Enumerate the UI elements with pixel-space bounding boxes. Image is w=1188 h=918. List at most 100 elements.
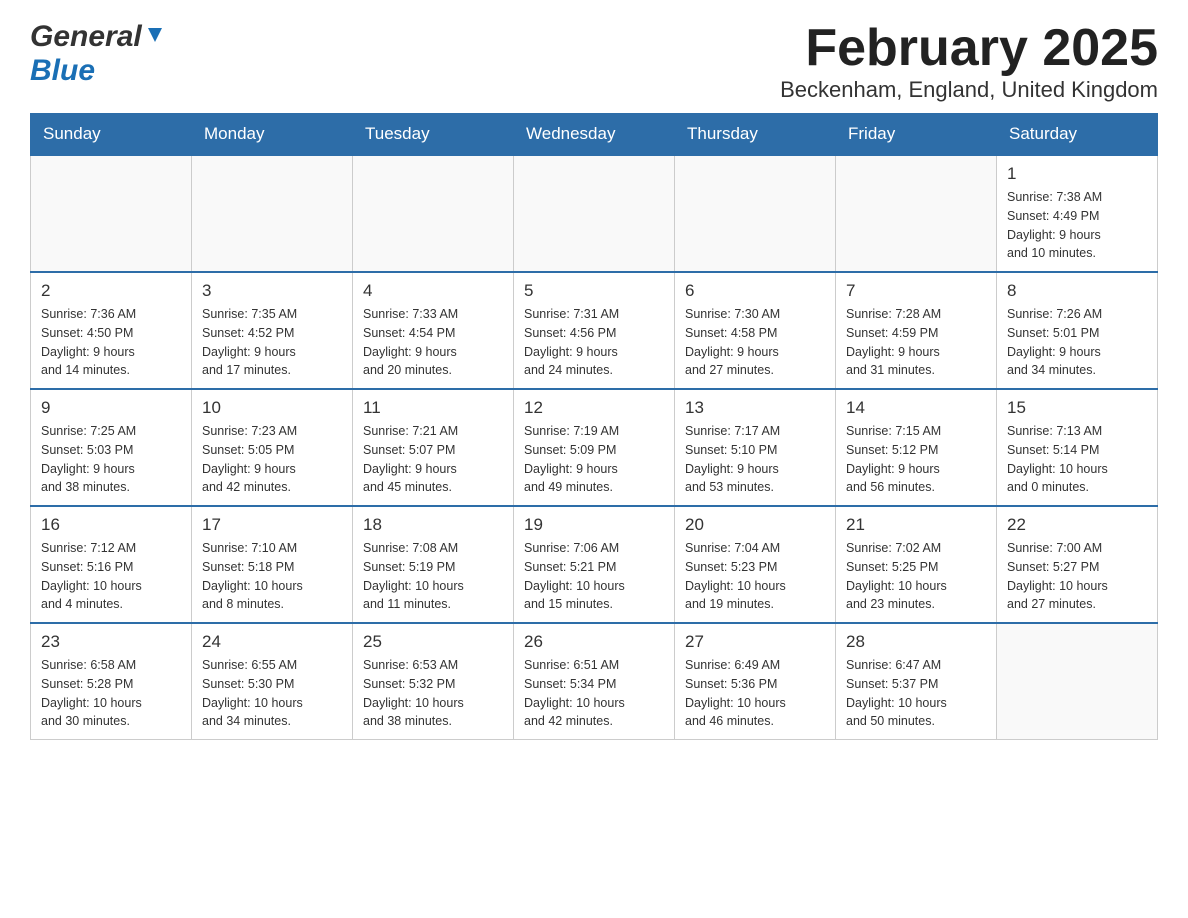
day-info: Sunrise: 7:17 AMSunset: 5:10 PMDaylight:…	[685, 422, 825, 497]
day-info: Sunrise: 7:26 AMSunset: 5:01 PMDaylight:…	[1007, 305, 1147, 380]
day-number: 19	[524, 515, 664, 535]
day-number: 28	[846, 632, 986, 652]
day-info: Sunrise: 6:53 AMSunset: 5:32 PMDaylight:…	[363, 656, 503, 731]
day-number: 17	[202, 515, 342, 535]
day-number: 6	[685, 281, 825, 301]
header-sunday: Sunday	[31, 114, 192, 156]
calendar-cell	[192, 155, 353, 272]
day-number: 12	[524, 398, 664, 418]
day-number: 21	[846, 515, 986, 535]
page-title: February 2025	[780, 20, 1158, 77]
logo-general-text: General	[30, 20, 142, 54]
calendar-week-5: 23 Sunrise: 6:58 AMSunset: 5:28 PMDayligh…	[31, 623, 1158, 740]
header-thursday: Thursday	[675, 114, 836, 156]
day-number: 11	[363, 398, 503, 418]
calendar-cell: 4 Sunrise: 7:33 AMSunset: 4:54 PMDaylight…	[353, 272, 514, 389]
calendar-cell	[997, 623, 1158, 740]
calendar-cell: 24 Sunrise: 6:55 AMSunset: 5:30 PMDayligh…	[192, 623, 353, 740]
day-info: Sunrise: 7:28 AMSunset: 4:59 PMDaylight:…	[846, 305, 986, 380]
day-number: 24	[202, 632, 342, 652]
day-info: Sunrise: 7:12 AMSunset: 5:16 PMDaylight:…	[41, 539, 181, 614]
calendar-cell: 12 Sunrise: 7:19 AMSunset: 5:09 PMDayligh…	[514, 389, 675, 506]
calendar-cell: 20 Sunrise: 7:04 AMSunset: 5:23 PMDayligh…	[675, 506, 836, 623]
day-info: Sunrise: 7:13 AMSunset: 5:14 PMDaylight:…	[1007, 422, 1147, 497]
day-number: 25	[363, 632, 503, 652]
day-info: Sunrise: 7:08 AMSunset: 5:19 PMDaylight:…	[363, 539, 503, 614]
calendar-cell: 6 Sunrise: 7:30 AMSunset: 4:58 PMDaylight…	[675, 272, 836, 389]
header-row: Sunday Monday Tuesday Wednesday Thursday…	[31, 114, 1158, 156]
day-info: Sunrise: 7:00 AMSunset: 5:27 PMDaylight:…	[1007, 539, 1147, 614]
calendar-cell: 25 Sunrise: 6:53 AMSunset: 5:32 PMDayligh…	[353, 623, 514, 740]
header-wednesday: Wednesday	[514, 114, 675, 156]
day-number: 20	[685, 515, 825, 535]
calendar-cell: 22 Sunrise: 7:00 AMSunset: 5:27 PMDayligh…	[997, 506, 1158, 623]
day-info: Sunrise: 6:55 AMSunset: 5:30 PMDaylight:…	[202, 656, 342, 731]
day-number: 8	[1007, 281, 1147, 301]
calendar-table: Sunday Monday Tuesday Wednesday Thursday…	[30, 113, 1158, 740]
day-info: Sunrise: 7:02 AMSunset: 5:25 PMDaylight:…	[846, 539, 986, 614]
calendar-cell: 8 Sunrise: 7:26 AMSunset: 5:01 PMDaylight…	[997, 272, 1158, 389]
day-info: Sunrise: 7:19 AMSunset: 5:09 PMDaylight:…	[524, 422, 664, 497]
header-monday: Monday	[192, 114, 353, 156]
day-number: 16	[41, 515, 181, 535]
day-number: 5	[524, 281, 664, 301]
calendar-cell: 15Sunrise: 7:13 AMSunset: 5:14 PMDayligh…	[997, 389, 1158, 506]
day-number: 2	[41, 281, 181, 301]
day-info: Sunrise: 7:21 AMSunset: 5:07 PMDaylight:…	[363, 422, 503, 497]
calendar-cell: 28 Sunrise: 6:47 AMSunset: 5:37 PMDayligh…	[836, 623, 997, 740]
calendar-cell: 2Sunrise: 7:36 AMSunset: 4:50 PMDaylight…	[31, 272, 192, 389]
day-info: Sunrise: 7:15 AMSunset: 5:12 PMDaylight:…	[846, 422, 986, 497]
calendar-cell	[675, 155, 836, 272]
day-info: Sunrise: 7:25 AMSunset: 5:03 PMDaylight:…	[41, 422, 181, 497]
calendar-cell	[31, 155, 192, 272]
title-block: February 2025 Beckenham, England, United…	[780, 20, 1158, 103]
day-info: Sunrise: 7:06 AMSunset: 5:21 PMDaylight:…	[524, 539, 664, 614]
day-info: Sunrise: 7:33 AMSunset: 4:54 PMDaylight:…	[363, 305, 503, 380]
calendar-cell: 23 Sunrise: 6:58 AMSunset: 5:28 PMDayligh…	[31, 623, 192, 740]
logo: General Blue	[30, 20, 166, 88]
day-number: 18	[363, 515, 503, 535]
header-saturday: Saturday	[997, 114, 1158, 156]
day-number: 27	[685, 632, 825, 652]
day-info: Sunrise: 6:49 AMSunset: 5:36 PMDaylight:…	[685, 656, 825, 731]
day-info: Sunrise: 7:35 AMSunset: 4:52 PMDaylight:…	[202, 305, 342, 380]
calendar-header: Sunday Monday Tuesday Wednesday Thursday…	[31, 114, 1158, 156]
day-number: 26	[524, 632, 664, 652]
day-number: 14	[846, 398, 986, 418]
day-number: 1	[1007, 164, 1147, 184]
day-number: 4	[363, 281, 503, 301]
day-info: Sunrise: 7:30 AMSunset: 4:58 PMDaylight:…	[685, 305, 825, 380]
calendar-cell	[514, 155, 675, 272]
calendar-week-3: 9Sunrise: 7:25 AMSunset: 5:03 PMDaylight…	[31, 389, 1158, 506]
calendar-cell: 9Sunrise: 7:25 AMSunset: 5:03 PMDaylight…	[31, 389, 192, 506]
logo-triangle-icon	[144, 24, 166, 46]
calendar-cell: 18 Sunrise: 7:08 AMSunset: 5:19 PMDayligh…	[353, 506, 514, 623]
day-number: 23	[41, 632, 181, 652]
calendar-cell	[836, 155, 997, 272]
day-info: Sunrise: 7:04 AMSunset: 5:23 PMDaylight:…	[685, 539, 825, 614]
day-info: Sunrise: 6:58 AMSunset: 5:28 PMDaylight:…	[41, 656, 181, 731]
page-subtitle: Beckenham, England, United Kingdom	[780, 77, 1158, 103]
day-number: 13	[685, 398, 825, 418]
header-tuesday: Tuesday	[353, 114, 514, 156]
calendar-cell: 17 Sunrise: 7:10 AMSunset: 5:18 PMDayligh…	[192, 506, 353, 623]
calendar-cell: 19 Sunrise: 7:06 AMSunset: 5:21 PMDayligh…	[514, 506, 675, 623]
calendar-cell: 1Sunrise: 7:38 AMSunset: 4:49 PMDaylight…	[997, 155, 1158, 272]
day-number: 3	[202, 281, 342, 301]
calendar-cell: 27 Sunrise: 6:49 AMSunset: 5:36 PMDayligh…	[675, 623, 836, 740]
calendar-cell: 11 Sunrise: 7:21 AMSunset: 5:07 PMDayligh…	[353, 389, 514, 506]
page-header: General Blue February 2025 Beckenham, En…	[30, 20, 1158, 103]
calendar-cell: 21 Sunrise: 7:02 AMSunset: 5:25 PMDayligh…	[836, 506, 997, 623]
day-number: 22	[1007, 515, 1147, 535]
day-number: 7	[846, 281, 986, 301]
calendar-cell: 26 Sunrise: 6:51 AMSunset: 5:34 PMDayligh…	[514, 623, 675, 740]
calendar-cell: 10Sunrise: 7:23 AMSunset: 5:05 PMDayligh…	[192, 389, 353, 506]
calendar-cell: 5Sunrise: 7:31 AMSunset: 4:56 PMDaylight…	[514, 272, 675, 389]
calendar-cell: 7 Sunrise: 7:28 AMSunset: 4:59 PMDaylight…	[836, 272, 997, 389]
calendar-week-4: 16 Sunrise: 7:12 AMSunset: 5:16 PMDayligh…	[31, 506, 1158, 623]
day-info: Sunrise: 6:47 AMSunset: 5:37 PMDaylight:…	[846, 656, 986, 731]
calendar-cell: 14 Sunrise: 7:15 AMSunset: 5:12 PMDayligh…	[836, 389, 997, 506]
day-info: Sunrise: 7:10 AMSunset: 5:18 PMDaylight:…	[202, 539, 342, 614]
day-info: Sunrise: 6:51 AMSunset: 5:34 PMDaylight:…	[524, 656, 664, 731]
calendar-cell: 13 Sunrise: 7:17 AMSunset: 5:10 PMDayligh…	[675, 389, 836, 506]
